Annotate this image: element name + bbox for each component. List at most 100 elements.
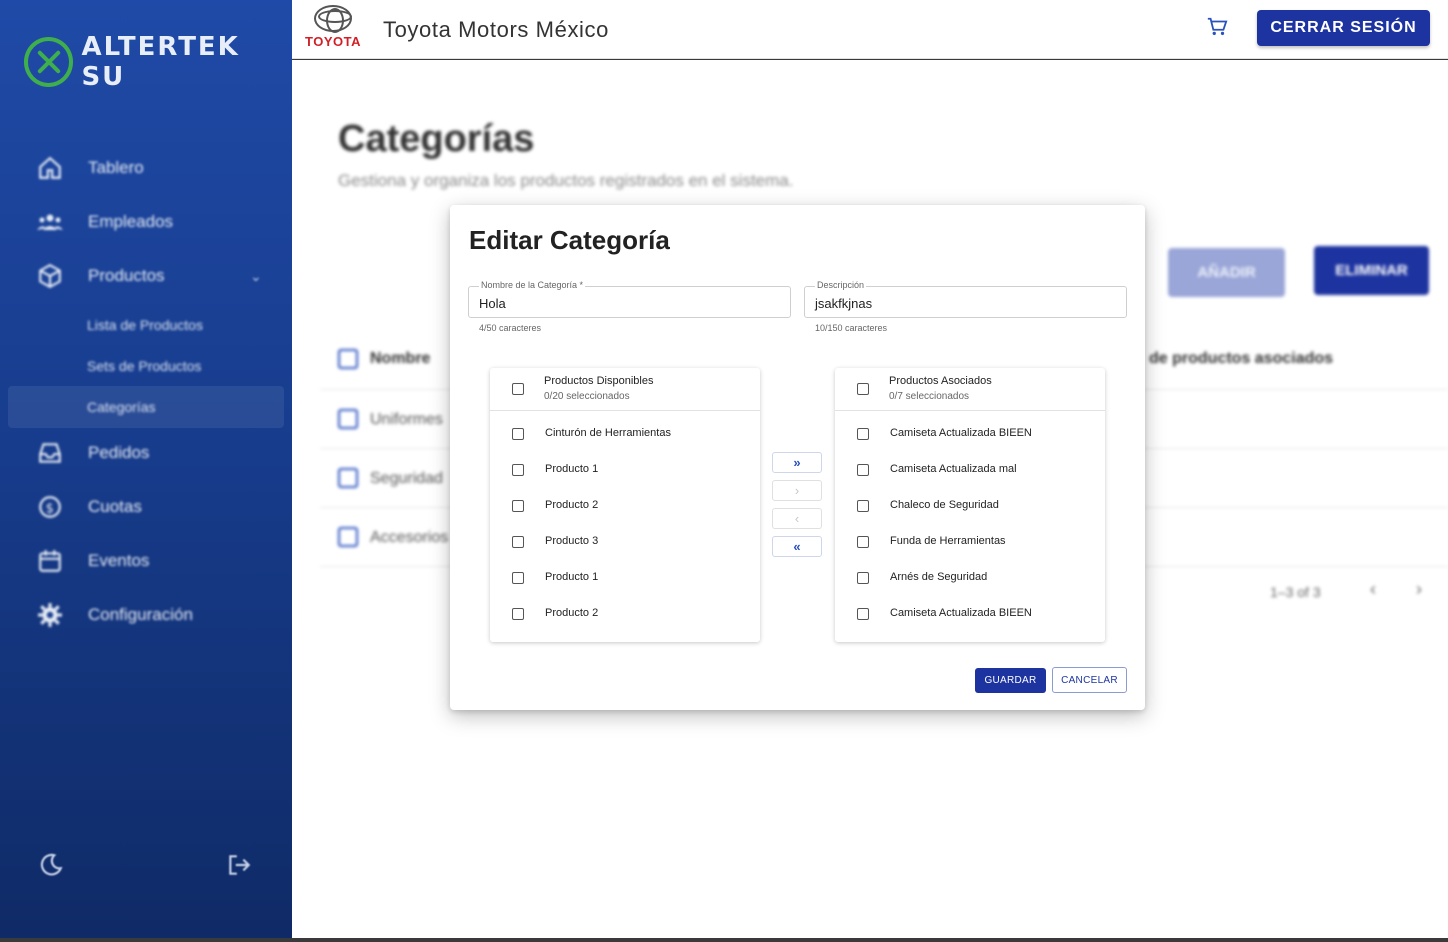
svg-text:$: $ [46,501,54,516]
sidebar-item-productos[interactable]: Productos [36,262,165,290]
associated-list-count: 0/7 seleccionados [889,391,970,402]
sidebar-item-label: Empleados [88,212,174,231]
chevron-left-icon[interactable]: ‹ [1370,579,1376,600]
list-item[interactable]: Camiseta Actualizada BIEEN [835,416,1105,452]
item-label: Camiseta Actualizada mal [890,463,1017,475]
select-all-checkbox[interactable] [338,349,358,369]
select-all-available-checkbox[interactable] [512,383,524,395]
sidebar-item-label: Eventos [88,551,150,570]
sidebar-item-label: Tablero [88,158,144,177]
list-item[interactable]: Producto 2 [490,596,760,632]
item-checkbox[interactable] [857,500,869,512]
list-item[interactable]: Cinturón de Herramientas [490,416,760,452]
move-right-button[interactable]: › [772,480,822,501]
move-left-button[interactable]: ‹ [772,508,822,529]
sidebar: ALTERTEK SU Tablero Empleados Productos … [0,0,292,938]
list-item[interactable]: Producto 1 [490,560,760,596]
sidebar-item-label: Configuración [88,605,193,624]
delete-button[interactable]: ELIMINAR [1314,246,1429,295]
row-name: Uniformes [370,411,443,428]
available-list-title: Productos Disponibles [544,375,654,387]
available-list-header: Productos Disponibles 0/20 seleccionados [490,368,760,411]
toyota-logo: TOYOTA [302,5,364,49]
description-helper: 10/150 caracteres [815,323,888,333]
list-item[interactable]: Funda de Herramientas [835,524,1105,560]
coin-icon: $ [36,493,64,521]
list-item[interactable]: Arnés de Seguridad [835,560,1105,596]
move-all-left-button[interactable]: « [772,536,822,557]
brand-name: ALTERTEK SU [81,32,240,92]
available-list-count: 0/20 seleccionados [544,391,630,402]
item-label: Camiseta Actualizada BIEEN [890,607,1032,619]
item-checkbox[interactable] [857,572,869,584]
item-label: Producto 3 [545,535,599,547]
top-bar: TOYOTA Toyota Motors México CERRAR SESIÓ… [292,0,1448,59]
available-products-list: Productos Disponibles 0/20 seleccionados… [490,368,760,642]
cube-icon [36,262,64,290]
moon-icon[interactable] [38,852,64,883]
sidebar-item-empleados[interactable]: Empleados [36,208,173,236]
list-item[interactable]: Producto 1 [490,452,760,488]
item-checkbox[interactable] [857,608,869,620]
sidebar-item-cuotas[interactable]: $ Cuotas [36,493,142,521]
sidebar-subitem-categorias[interactable]: Categorías [87,399,155,415]
sidebar-item-eventos[interactable]: Eventos [36,547,149,575]
list-item[interactable]: Camiseta Actualizada BIEEN [835,596,1105,632]
item-label: Funda de Herramientas [890,535,1006,547]
sidebar-subitem-sets-productos[interactable]: Sets de Productos [87,358,201,374]
row-name: Accesorios [370,529,449,546]
item-checkbox[interactable] [512,464,524,476]
chevron-down-icon[interactable]: ⌄ [250,268,262,285]
column-header-name: Nombre [370,350,431,367]
logout-button[interactable]: CERRAR SESIÓN [1257,10,1430,46]
item-label: Chaleco de Seguridad [890,499,999,511]
row-checkbox[interactable] [338,409,358,429]
dialog-title: Editar Categoría [469,225,670,255]
move-all-right-button[interactable]: » [772,452,822,473]
item-checkbox[interactable] [857,428,869,440]
description-value: jsakfkjnas [815,296,873,311]
description-field[interactable]: Descripción jsakfkjnas [804,280,1127,318]
calendar-icon [36,547,64,575]
toyota-emblem-icon [314,5,352,33]
item-label: Producto 1 [545,571,599,583]
item-label: Producto 2 [545,499,599,511]
sidebar-item-tablero[interactable]: Tablero [36,154,144,182]
row-name: Seguridad [370,470,443,487]
category-name-label: Nombre de la Categoría * [479,280,586,290]
list-item[interactable]: Producto 3 [490,524,760,560]
company-name: Toyota Motors México [383,17,609,42]
cart-icon[interactable] [1206,16,1228,43]
item-checkbox[interactable] [857,536,869,548]
sidebar-subitem-lista-productos[interactable]: Lista de Productos [87,317,203,333]
item-checkbox[interactable] [857,464,869,476]
list-item[interactable]: Chaleco de Seguridad [835,488,1105,524]
chevron-right-icon[interactable]: › [1416,579,1422,600]
add-button[interactable]: AÑADIR [1168,248,1285,297]
item-checkbox[interactable] [512,572,524,584]
associated-list-header: Productos Asociados 0/7 seleccionados [835,368,1105,411]
item-label: Cinturón de Herramientas [545,427,671,439]
item-checkbox[interactable] [512,608,524,620]
cancel-button[interactable]: CANCELAR [1052,667,1127,693]
row-checkbox[interactable] [338,468,358,488]
edit-category-dialog: Editar Categoría Nombre de la Categoría … [450,205,1145,710]
item-label: Producto 1 [545,463,599,475]
save-button[interactable]: GUARDAR [975,668,1046,693]
row-checkbox[interactable] [338,527,358,547]
page-title: Categorías [338,118,535,160]
item-checkbox[interactable] [512,500,524,512]
list-item[interactable]: Camiseta Actualizada mal [835,452,1105,488]
sidebar-item-pedidos[interactable]: Pedidos [36,439,149,467]
item-checkbox[interactable] [512,536,524,548]
select-all-associated-checkbox[interactable] [857,383,869,395]
item-checkbox[interactable] [512,428,524,440]
item-label: Arnés de Seguridad [890,571,988,583]
associated-list-title: Productos Asociados [889,375,992,387]
sidebar-item-configuracion[interactable]: Configuración [36,601,193,629]
logout-icon[interactable] [226,852,252,883]
gear-icon [36,601,64,629]
list-item[interactable]: Producto 2 [490,488,760,524]
category-name-field[interactable]: Nombre de la Categoría * Hola [468,280,791,318]
associated-products-list: Productos Asociados 0/7 seleccionados Ca… [835,368,1105,642]
